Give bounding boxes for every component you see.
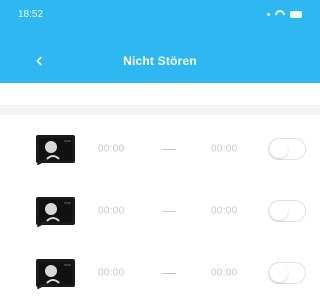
schedule-toggle[interactable] xyxy=(268,262,306,284)
signal-dot-icon xyxy=(267,12,270,16)
status-time: 18:52 xyxy=(18,9,44,20)
start-time[interactable]: 00:00 xyxy=(98,144,125,155)
time-range-dash xyxy=(162,273,176,274)
schedule-toggle[interactable] xyxy=(268,200,306,222)
schedule-thumbnail-icon xyxy=(33,191,78,228)
schedule-thumbnail-icon xyxy=(33,253,78,290)
toggle-knob xyxy=(270,202,288,220)
schedule-toggle[interactable] xyxy=(268,138,306,160)
time-range-dash xyxy=(162,211,176,212)
section-divider xyxy=(0,105,320,115)
wifi-icon xyxy=(275,10,285,18)
schedule-thumbnail-icon xyxy=(33,129,78,166)
time-range-dash xyxy=(162,149,176,150)
end-time[interactable]: 00:00 xyxy=(211,268,238,279)
header-bar: 18:52 Nicht Stören xyxy=(0,0,320,83)
start-time[interactable]: 00:00 xyxy=(98,268,125,279)
start-time[interactable]: 00:00 xyxy=(98,206,125,217)
toggle-knob xyxy=(270,264,288,282)
page-title: Nicht Stören xyxy=(123,54,197,68)
schedule-row: 00:00 00:00 xyxy=(0,177,320,229)
schedule-row: 00:00 00:00 xyxy=(0,115,320,167)
status-icons xyxy=(267,8,302,20)
toggle-knob xyxy=(270,140,288,158)
end-time[interactable]: 00:00 xyxy=(211,144,238,155)
battery-icon xyxy=(290,10,302,18)
schedule-row: 00:00 00:00 xyxy=(0,239,320,291)
end-time[interactable]: 00:00 xyxy=(211,206,238,217)
